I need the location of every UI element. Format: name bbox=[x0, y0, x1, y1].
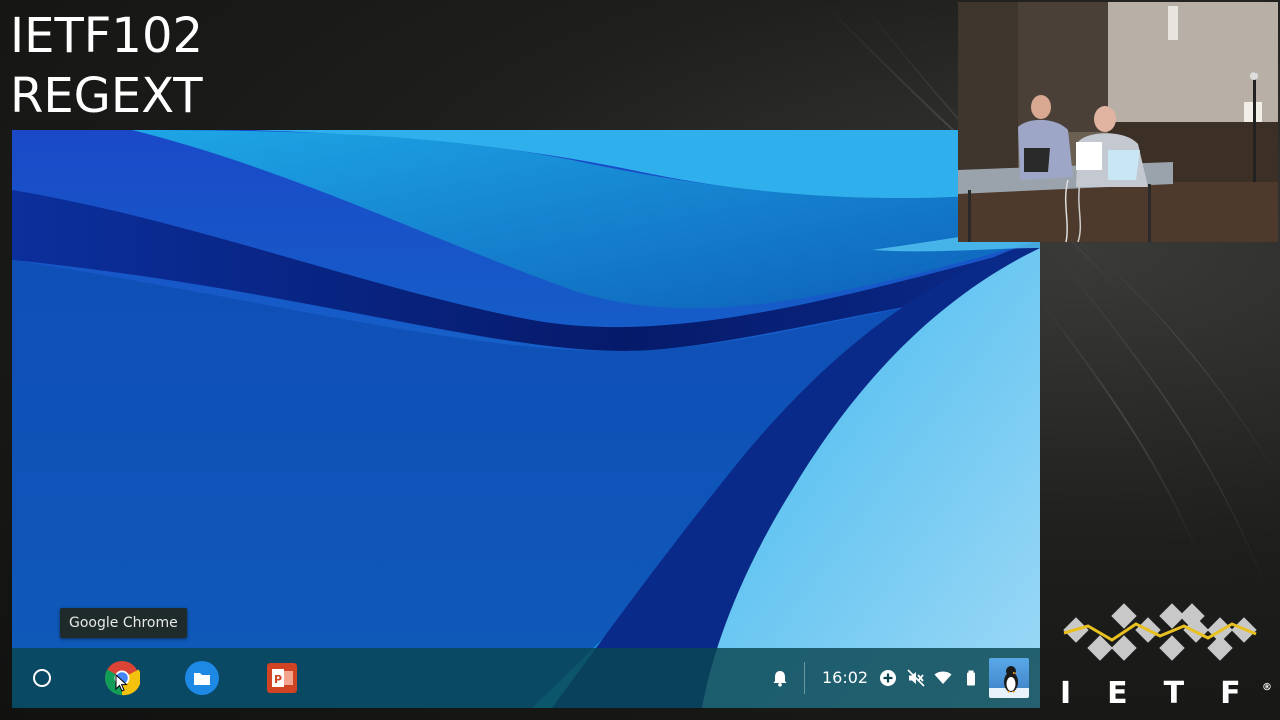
ietf-logo-letters: IETF bbox=[1060, 676, 1277, 711]
launcher-circle-icon[interactable] bbox=[24, 660, 60, 696]
trademark-symbol: ® bbox=[1262, 682, 1272, 693]
volume-muted-icon[interactable] bbox=[907, 669, 925, 687]
user-avatar-icon[interactable] bbox=[989, 658, 1029, 698]
shelf-divider bbox=[804, 662, 805, 694]
session-title: IETF102 REGEXT bbox=[10, 6, 203, 126]
powerpoint-icon[interactable]: P bbox=[264, 660, 300, 696]
battery-icon[interactable] bbox=[962, 669, 980, 687]
mouse-pointer-icon bbox=[115, 674, 128, 692]
add-circle-icon[interactable] bbox=[879, 669, 897, 687]
ietf-logo-text: IETF ® bbox=[1060, 676, 1272, 712]
chrome-tooltip: Google Chrome bbox=[60, 608, 187, 638]
svg-text:P: P bbox=[274, 673, 282, 686]
files-icon[interactable] bbox=[184, 660, 220, 696]
notification-bell-icon[interactable] bbox=[770, 668, 790, 688]
chromeos-shelf: P 16:02 bbox=[12, 648, 1040, 708]
session-title-line2: REGEXT bbox=[10, 68, 203, 124]
shared-screen: Google Chrome P 16:02 bbox=[12, 130, 1040, 708]
camera-feed bbox=[958, 2, 1278, 242]
session-title-line1: IETF102 bbox=[10, 8, 204, 64]
clock-time[interactable]: 16:02 bbox=[822, 666, 868, 690]
wifi-icon[interactable] bbox=[934, 669, 952, 687]
